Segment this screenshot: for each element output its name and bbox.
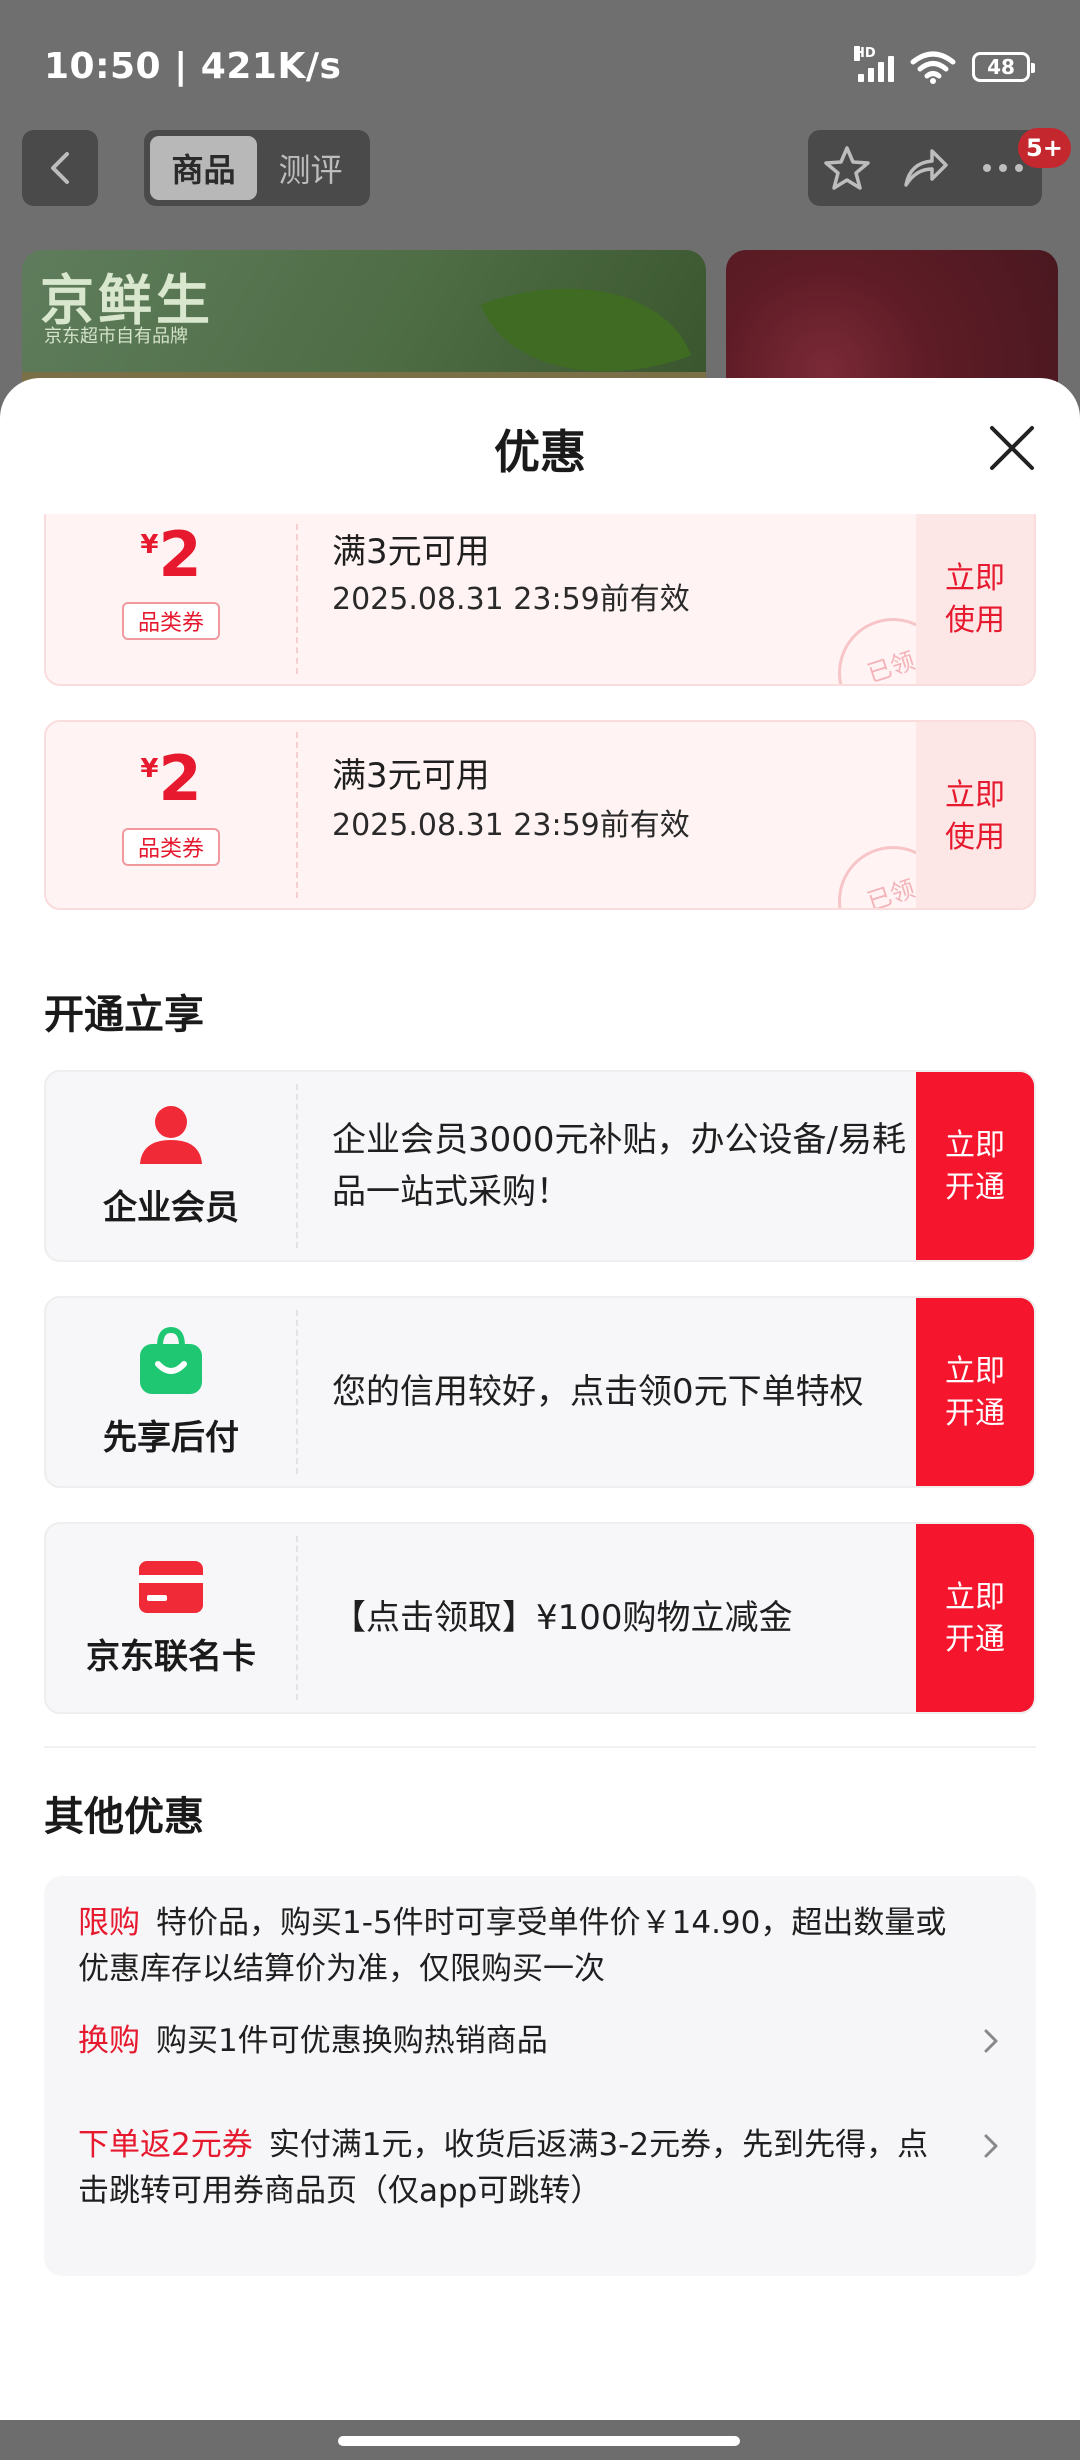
service-divider bbox=[296, 1310, 298, 1474]
coupon-amount: ¥2 bbox=[140, 742, 202, 815]
tab-switcher: 商品 测评 bbox=[144, 130, 370, 206]
status-icons: HD 48 bbox=[854, 46, 1035, 84]
service-name: 先享后付 bbox=[103, 1417, 239, 1458]
back-button[interactable] bbox=[22, 130, 98, 206]
coupon-condition: 满3元可用 bbox=[332, 532, 490, 572]
service-row-cobrand-card[interactable]: 京东联名卡 【点击领取】¥100购物立减金 立即 开通 bbox=[44, 1522, 1036, 1714]
service-name: 企业会员 bbox=[103, 1187, 239, 1228]
other-offers-panel: 限购 特价品，购买1-5件时可享受单件价￥14.90，超出数量或优惠库存以结算价为… bbox=[44, 1876, 1036, 2276]
status-time: 10:50 | 421K/s bbox=[44, 46, 342, 87]
star-icon[interactable] bbox=[822, 143, 872, 193]
offer-label: 换购 bbox=[78, 2023, 140, 2059]
message-badge: 5+ bbox=[1018, 128, 1071, 168]
service-description: 企业会员3000元补贴，办公设备/易耗品一站式采购！ bbox=[332, 1120, 906, 1212]
credit-card-icon bbox=[139, 1560, 203, 1613]
chevron-right-icon[interactable] bbox=[980, 2021, 1004, 2061]
coupon-divider bbox=[296, 732, 298, 898]
section-divider bbox=[44, 1746, 1036, 1748]
offers-bottom-sheet: 优惠 ¥2 品类券 满3元可用 2025.08.31 23:59前有效 已领 立… bbox=[0, 378, 1080, 2420]
coupon-card: ¥2 品类券 满3元可用 2025.08.31 23:59前有效 已领 立即 使用 bbox=[44, 720, 1036, 910]
service-left: 企业会员 bbox=[46, 1072, 296, 1260]
offer-return-coupon[interactable]: 下单返2元券 实付满1元，收货后返满3-2元券，先到先得，点击跳转可用券商品页（仅… bbox=[78, 2122, 958, 2214]
service-description: 【点击领取】¥100购物立减金 bbox=[332, 1598, 793, 1638]
coupon-condition: 满3元可用 bbox=[332, 756, 490, 796]
service-left: 京东联名卡 bbox=[46, 1524, 296, 1712]
coupon-validity: 2025.08.31 23:59前有效 bbox=[332, 808, 690, 843]
use-now-button[interactable]: 立即 使用 bbox=[916, 722, 1034, 908]
activate-button[interactable]: 立即 开通 bbox=[916, 1524, 1034, 1712]
service-description: 您的信用较好，点击领0元下单特权 bbox=[332, 1372, 864, 1412]
battery-icon: 48 bbox=[972, 52, 1035, 82]
coupon-type-tag: 品类券 bbox=[122, 602, 220, 640]
tab-product[interactable]: 商品 bbox=[150, 136, 257, 200]
person-icon bbox=[140, 1105, 202, 1164]
offer-text: 购买1件可优惠换购热销商品 bbox=[156, 2023, 548, 2059]
service-row-pay-later[interactable]: 先享后付 您的信用较好，点击领0元下单特权 立即 开通 bbox=[44, 1296, 1036, 1488]
nav-actions bbox=[808, 130, 1042, 206]
offer-label: 限购 bbox=[78, 1905, 140, 1941]
section-title-open: 开通立享 bbox=[44, 992, 204, 1038]
offer-label: 下单返2元券 bbox=[78, 2127, 253, 2163]
home-indicator[interactable] bbox=[338, 2436, 740, 2446]
coupon-divider bbox=[296, 524, 298, 674]
offer-limit-purchase: 限购 特价品，购买1-5件时可享受单件价￥14.90，超出数量或优惠库存以结算价为… bbox=[78, 1900, 958, 1992]
signal-icon: HD bbox=[854, 46, 894, 82]
service-row-enterprise[interactable]: 企业会员 企业会员3000元补贴，办公设备/易耗品一站式采购！ 立即 开通 bbox=[44, 1070, 1036, 1262]
service-divider bbox=[296, 1536, 298, 1700]
service-name: 京东联名卡 bbox=[86, 1636, 256, 1677]
chevron-right-icon[interactable] bbox=[980, 2126, 1004, 2166]
offer-text: 特价品，购买1-5件时可享受单件价￥14.90，超出数量或优惠库存以结算价为准，… bbox=[78, 1905, 947, 1987]
coupon-validity: 2025.08.31 23:59前有效 bbox=[332, 582, 690, 617]
sheet-title: 优惠 bbox=[494, 425, 586, 479]
activate-button[interactable]: 立即 开通 bbox=[916, 1072, 1034, 1260]
coupon-type-tag: 品类券 bbox=[122, 828, 220, 866]
chevron-left-icon bbox=[51, 152, 69, 184]
activate-button[interactable]: 立即 开通 bbox=[916, 1298, 1034, 1486]
section-title-other: 其他优惠 bbox=[44, 1794, 204, 1840]
share-icon[interactable] bbox=[900, 143, 950, 193]
tab-review[interactable]: 测评 bbox=[257, 136, 364, 200]
wifi-icon bbox=[910, 51, 956, 84]
coupon-card: ¥2 品类券 满3元可用 2025.08.31 23:59前有效 已领 立即 使用 bbox=[44, 514, 1036, 686]
close-icon[interactable] bbox=[984, 420, 1040, 476]
service-left: 先享后付 bbox=[46, 1298, 296, 1486]
use-now-button[interactable]: 立即 使用 bbox=[916, 514, 1034, 684]
status-bar: 10:50 | 421K/s HD 48 bbox=[0, 0, 1080, 130]
shopping-bag-icon bbox=[140, 1326, 202, 1394]
banner-subtitle: 京东超市自有品牌 bbox=[44, 326, 188, 347]
background-product-page: 10:50 | 421K/s HD 48 商品 测评 5+ 京鲜生 京东超市自有… bbox=[0, 0, 1080, 400]
coupon-amount: ¥2 bbox=[140, 518, 202, 591]
service-divider bbox=[296, 1084, 298, 1248]
offer-exchange[interactable]: 换购 购买1件可优惠换购热销商品 bbox=[78, 2018, 958, 2064]
